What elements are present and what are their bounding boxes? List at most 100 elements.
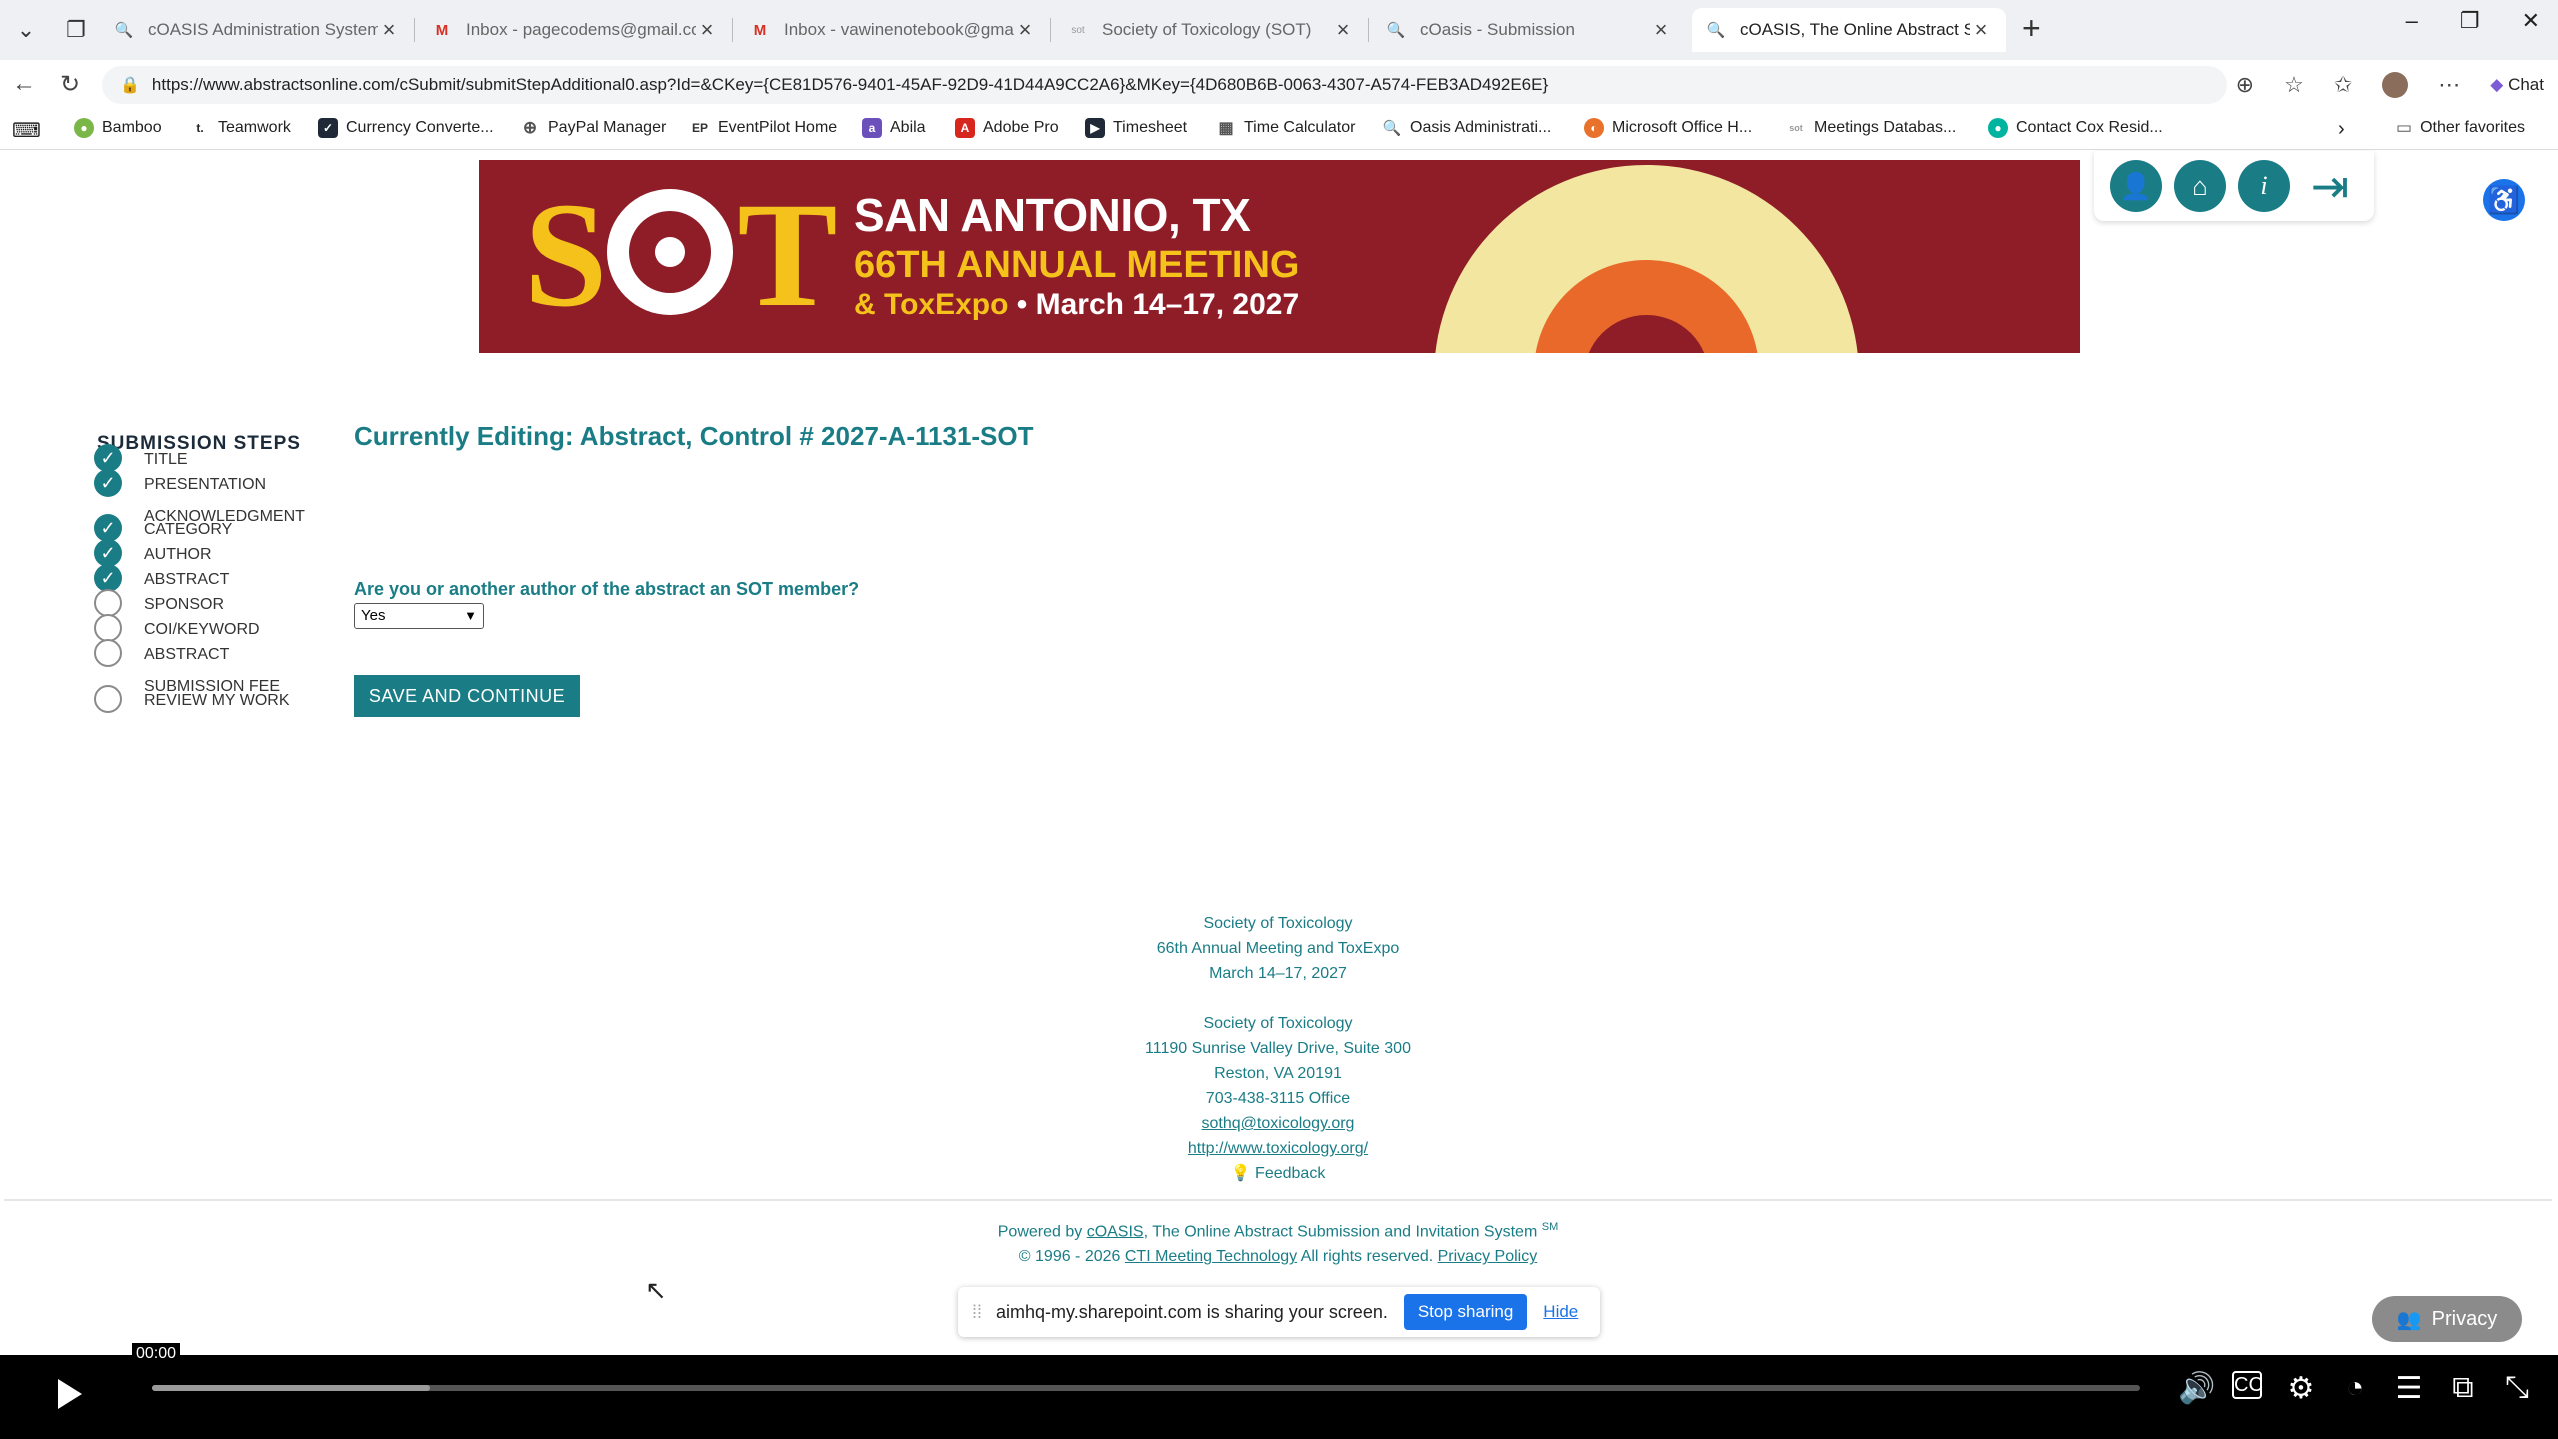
empty-circle-icon	[94, 589, 122, 617]
banner-meeting: 66TH ANNUAL MEETING	[854, 244, 1300, 286]
privacy-button[interactable]: 👥 Privacy	[2372, 1296, 2522, 1342]
folder-icon: ▭	[2396, 118, 2413, 137]
close-tab-icon[interactable]: ×	[1014, 17, 1036, 43]
chevron-down-icon: ▼	[464, 608, 477, 623]
close-tab-icon[interactable]: ×	[696, 17, 718, 43]
coasis-link[interactable]: cOASIS	[1087, 1223, 1144, 1240]
bookmark-item[interactable]: ▦ Time Calculator	[1216, 118, 1355, 138]
event-banner: ST SAN ANTONIO, TX 66TH ANNUAL MEETING &…	[479, 160, 2080, 353]
feedback-link[interactable]: 💡 Feedback	[4, 1161, 2552, 1186]
sot-logo: ST	[524, 172, 837, 338]
close-tab-icon[interactable]: ×	[378, 17, 400, 43]
coasis-tab-icon: 🔍	[114, 22, 134, 39]
check-circle-icon: ✓	[94, 444, 122, 472]
user-profile-icon[interactable]: 👤	[2110, 160, 2162, 212]
currency-icon: ✓	[318, 118, 338, 138]
cti-link[interactable]: CTI Meeting Technology	[1125, 1248, 1297, 1265]
save-and-continue-button[interactable]: SAVE AND CONTINUE	[354, 675, 580, 717]
bookmark-item[interactable]: ● Contact Cox Resid...	[1988, 118, 2163, 138]
bookmark-bar-icon[interactable]: ⌨	[12, 118, 41, 143]
info-icon[interactable]: i	[2238, 160, 2290, 212]
gmail-tab-icon: M	[753, 21, 767, 39]
browser-tab[interactable]: M Inbox - vawinenotebook@gmail.c ×	[736, 8, 1051, 52]
copilot-chat-button[interactable]: ◆ Chat	[2490, 75, 2544, 95]
cox-icon: ●	[1988, 118, 2008, 138]
bookmark-item[interactable]: ◐ Microsoft Office H...	[1584, 118, 1752, 138]
picture-in-picture-icon[interactable]: ⧉	[2448, 1371, 2478, 1406]
bookmark-item[interactable]: EP EventPilot Home	[690, 118, 837, 138]
chevron-right-icon[interactable]: ›	[2338, 118, 2345, 141]
browser-tab[interactable]: 🔍 cOasis - Submission ×	[1372, 8, 1686, 52]
transcript-icon[interactable]: ☰	[2394, 1371, 2424, 1406]
submission-step[interactable]: REVIEW MY WORK	[94, 685, 304, 717]
reload-icon[interactable]: ↻	[60, 70, 80, 99]
close-tab-icon[interactable]: ×	[1650, 17, 1672, 43]
logout-icon[interactable]: ⇥	[2302, 160, 2358, 212]
bookmark-item[interactable]: ▶ Timesheet	[1085, 118, 1187, 138]
page-title: Currently Editing: Abstract, Control # 2…	[354, 421, 1034, 451]
browser-tab[interactable]: sot Society of Toxicology (SOT) ×	[1054, 8, 1369, 52]
bamboo-icon: ●	[74, 118, 94, 138]
reading-mode-icon[interactable]: ⊕	[2236, 72, 2254, 98]
bookmark-item[interactable]: ✓ Currency Converte...	[318, 118, 494, 138]
buffered-bar	[152, 1385, 431, 1391]
play-icon[interactable]	[58, 1379, 82, 1409]
video-player-controls: 00:00 🔊 CC ⚙ ◔ ☰ ⧉ ⤡	[0, 1343, 2558, 1439]
abila-icon: a	[862, 118, 882, 138]
site-info-icon[interactable]: 🔒	[120, 75, 140, 95]
sot-tab-icon: sot	[1071, 24, 1085, 36]
profile-avatar[interactable]	[2382, 72, 2409, 98]
bookmark-item[interactable]: ⊕ PayPal Manager	[520, 118, 666, 138]
favorites-icon[interactable]: ✩	[2334, 72, 2352, 98]
empty-circle-icon	[94, 614, 122, 642]
bookmark-item[interactable]: a Abila	[862, 118, 926, 138]
banner-location: SAN ANTONIO, TX	[854, 189, 1251, 241]
workspaces-icon[interactable]: ❐	[60, 14, 92, 46]
check-circle-icon: ✓	[94, 539, 122, 567]
email-link[interactable]: sothq@toxicology.org	[1202, 1115, 1355, 1132]
screen-share-bar: ⁞⁞ aimhq-my.sharepoint.com is sharing yo…	[958, 1287, 1600, 1337]
settings-gear-icon[interactable]: ⚙	[2286, 1371, 2316, 1406]
website-link[interactable]: http://www.toxicology.org/	[1188, 1140, 1368, 1157]
microsoft-office-icon: ◐	[1584, 118, 1604, 138]
close-tab-icon[interactable]: ×	[1970, 17, 1992, 43]
exit-fullscreen-icon[interactable]: ⤡	[2502, 1371, 2532, 1406]
sot-bookmark-icon: sot	[1789, 123, 1803, 133]
captions-icon[interactable]: CC	[2232, 1371, 2263, 1399]
progress-track[interactable]	[152, 1385, 2140, 1391]
url-field[interactable]: 🔒 https://www.abstractsonline.com/cSubmi…	[102, 66, 2227, 104]
sot-emblem-icon	[607, 189, 734, 315]
powered-by: Powered by cOASIS, The Online Abstract S…	[997, 1221, 1559, 1266]
calculator-icon: ▦	[1218, 120, 1234, 137]
stop-sharing-button[interactable]: Stop sharing	[1403, 1294, 1528, 1330]
browser-tab[interactable]: M Inbox - pagecodems@gmail.com ×	[418, 8, 733, 52]
drag-handle-icon[interactable]: ⁞⁞	[972, 1302, 982, 1323]
back-icon[interactable]: ←	[12, 70, 36, 98]
playback-speed-icon[interactable]: ◔	[2340, 1371, 2370, 1406]
other-favorites[interactable]: ▭ Other favorites	[2396, 118, 2525, 138]
bookmark-item[interactable]: 🔍 Oasis Administrati...	[1382, 118, 1552, 138]
hide-link[interactable]: Hide	[1543, 1302, 1578, 1322]
privacy-policy-link[interactable]: Privacy Policy	[1438, 1248, 1538, 1265]
bookmark-item[interactable]: ● Bamboo	[74, 118, 162, 138]
tab-list-icon[interactable]: ⌄	[10, 14, 42, 46]
close-window-icon[interactable]: ✕	[2522, 8, 2540, 34]
minimize-icon[interactable]: –	[2406, 8, 2418, 34]
home-icon[interactable]: ⌂	[2174, 160, 2226, 212]
more-menu-icon[interactable]: ⋯	[2438, 72, 2460, 98]
browser-tab[interactable]: 🔍 cOASIS Administration System ×	[100, 8, 415, 52]
empty-circle-icon	[94, 685, 122, 713]
bookmark-item[interactable]: t. Teamwork	[190, 118, 291, 138]
lightbulb-icon: 💡	[1230, 1165, 1251, 1182]
volume-icon[interactable]: 🔊	[2178, 1371, 2215, 1406]
browser-tab-active[interactable]: 🔍 cOASIS, The Online Abstract Subm ×	[1692, 8, 2006, 52]
bookmark-item[interactable]: A Adobe Pro	[955, 118, 1059, 138]
close-tab-icon[interactable]: ×	[1332, 17, 1354, 43]
bookmark-item[interactable]: sot Meetings Databas...	[1786, 118, 1956, 138]
accessibility-icon[interactable]: ♿	[2483, 179, 2525, 221]
sot-member-select[interactable]: Yes ▼	[354, 603, 484, 629]
favorite-star-icon[interactable]: ☆	[2284, 72, 2304, 98]
new-tab-icon[interactable]: +	[2022, 10, 2041, 47]
sot-member-question: Are you or another author of the abstrac…	[354, 579, 860, 599]
restore-icon[interactable]: ❐	[2460, 8, 2480, 34]
